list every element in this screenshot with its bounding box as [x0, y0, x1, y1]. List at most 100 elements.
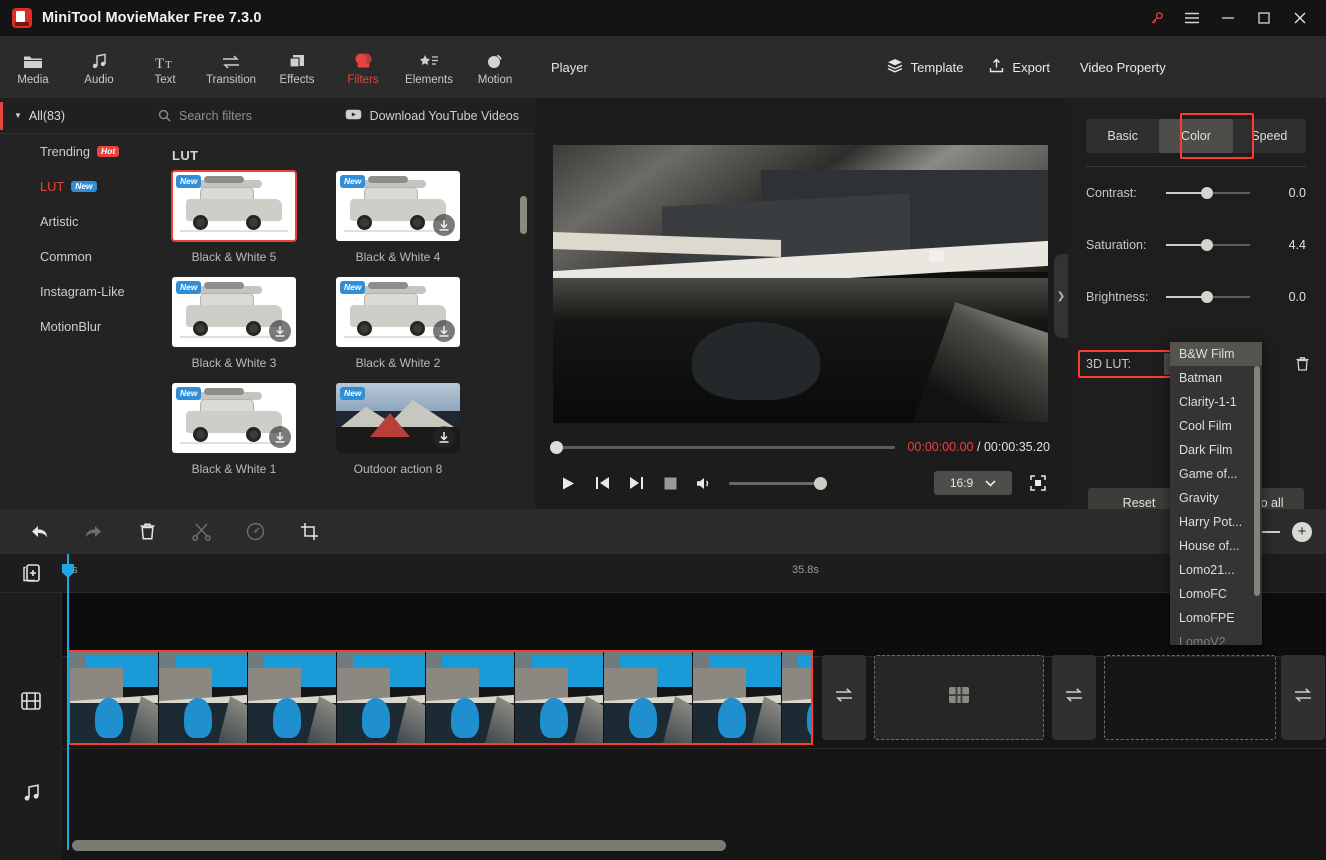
- lut-option-cool-film[interactable]: Cool Film: [1170, 414, 1262, 438]
- fullscreen-icon[interactable]: [1026, 471, 1050, 495]
- timeline-ruler[interactable]: 0s 35.8s: [62, 554, 1326, 592]
- tool-audio[interactable]: Audio: [66, 36, 132, 98]
- delete-icon[interactable]: [120, 509, 174, 554]
- minimize-icon[interactable]: [1210, 0, 1246, 36]
- volume-slider[interactable]: [729, 476, 827, 490]
- search-input[interactable]: Search filters: [179, 109, 252, 123]
- video-clip-selected[interactable]: [68, 650, 813, 745]
- download-icon[interactable]: [269, 320, 291, 342]
- stop-icon[interactable]: [653, 466, 687, 500]
- contrast-handle: [1201, 187, 1214, 199]
- lut-option-batman[interactable]: Batman: [1170, 366, 1262, 390]
- lut-option-game-of[interactable]: Game of...: [1170, 462, 1262, 486]
- tool-elements[interactable]: Elements: [396, 36, 462, 98]
- tab-speed[interactable]: Speed: [1233, 119, 1306, 153]
- split-icon[interactable]: [174, 509, 228, 554]
- media-placeholder[interactable]: [874, 655, 1044, 740]
- tool-effects[interactable]: Effects: [264, 36, 330, 98]
- effect-track-row[interactable]: [0, 592, 1326, 658]
- media-placeholder[interactable]: [1104, 655, 1276, 740]
- volume-handle[interactable]: [814, 476, 827, 490]
- new-badge: New: [340, 281, 366, 294]
- category-dropdown[interactable]: ▼ All(83): [0, 98, 148, 134]
- panel-collapse-handle[interactable]: ❯: [1054, 254, 1068, 338]
- maximize-icon[interactable]: [1246, 0, 1282, 36]
- filter-item[interactable]: New Black & White 4: [336, 171, 460, 277]
- trash-icon[interactable]: [1295, 356, 1310, 372]
- filter-item[interactable]: New Black & White 1: [172, 383, 296, 489]
- filter-item[interactable]: New Outdoor action 8: [336, 383, 460, 489]
- transition-slot[interactable]: [822, 655, 866, 740]
- volume-icon[interactable]: [687, 466, 721, 500]
- tool-transition[interactable]: Transition: [198, 36, 264, 98]
- tool-filters[interactable]: Filters: [330, 36, 396, 98]
- playhead[interactable]: [62, 554, 74, 850]
- aspect-ratio-select[interactable]: 16:9: [934, 471, 1012, 495]
- add-media-icon[interactable]: [21, 562, 43, 584]
- category-label: MotionBlur: [40, 319, 102, 334]
- lut-option-gravity[interactable]: Gravity: [1170, 486, 1262, 510]
- speed-icon[interactable]: [228, 509, 282, 554]
- saturation-slider[interactable]: [1166, 239, 1250, 251]
- lut-option-dark-film[interactable]: Dark Film: [1170, 438, 1262, 462]
- tab-color[interactable]: Color: [1159, 119, 1233, 153]
- accent-marker: [0, 102, 3, 130]
- video-preview[interactable]: [553, 144, 1048, 423]
- tool-text[interactable]: TT Text: [132, 36, 198, 98]
- category-item-motionblur[interactable]: MotionBlur: [0, 309, 148, 344]
- download-icon[interactable]: [433, 320, 455, 342]
- download-icon[interactable]: [433, 214, 455, 236]
- filter-thumbnail[interactable]: New: [172, 383, 296, 453]
- filter-thumbnail[interactable]: New: [172, 277, 296, 347]
- key-icon[interactable]: [1138, 0, 1174, 36]
- timeline-horizontal-scrollbar[interactable]: [72, 840, 726, 851]
- filter-item[interactable]: New Black & White 2: [336, 277, 460, 383]
- tool-motion[interactable]: Motion: [462, 36, 528, 98]
- previous-frame-icon[interactable]: [585, 466, 619, 500]
- tool-media[interactable]: Media: [0, 36, 66, 98]
- next-frame-icon[interactable]: [619, 466, 653, 500]
- lut-option-lomofc[interactable]: LomoFC: [1170, 582, 1262, 606]
- new-badge: New: [71, 180, 97, 193]
- undo-icon[interactable]: [12, 509, 66, 554]
- zoom-in-icon[interactable]: +: [1292, 521, 1312, 542]
- tab-basic[interactable]: Basic: [1086, 119, 1159, 153]
- category-item-trending[interactable]: Trending Hot: [0, 134, 148, 169]
- crop-icon[interactable]: [282, 509, 336, 554]
- seek-handle[interactable]: [550, 440, 563, 454]
- category-item-common[interactable]: Common: [0, 239, 148, 274]
- contrast-slider[interactable]: [1166, 187, 1250, 199]
- filter-item[interactable]: New Black & White 5: [171, 170, 297, 277]
- download-youtube-videos-button[interactable]: Download YouTube Videos: [345, 108, 519, 124]
- redo-icon[interactable]: [66, 509, 120, 554]
- filter-thumbnail[interactable]: New: [336, 277, 460, 347]
- category-item-lut[interactable]: LUT New: [0, 169, 148, 204]
- filter-thumbnail[interactable]: New: [171, 170, 297, 242]
- lut-option-lomov2[interactable]: LomoV2: [1170, 630, 1262, 645]
- filter-thumbnail[interactable]: New: [336, 171, 460, 241]
- filter-thumbnail[interactable]: New: [336, 383, 460, 453]
- menu-icon[interactable]: [1174, 0, 1210, 36]
- transition-slot[interactable]: [1052, 655, 1096, 740]
- brightness-slider[interactable]: [1166, 291, 1250, 303]
- lut-dropdown-scrollbar[interactable]: [1254, 366, 1260, 596]
- lut-option-harry-potter[interactable]: Harry Pot...: [1170, 510, 1262, 534]
- export-button[interactable]: Export: [989, 58, 1050, 76]
- category-item-artistic[interactable]: Artistic: [0, 204, 148, 239]
- template-button[interactable]: Template: [887, 58, 963, 76]
- seek-slider[interactable]: [550, 440, 896, 454]
- filters-scrollbar[interactable]: [520, 196, 527, 234]
- filter-item[interactable]: New Black & White 3: [172, 277, 296, 383]
- play-icon[interactable]: [551, 466, 585, 500]
- lut-option-clarity[interactable]: Clarity-1-1: [1170, 390, 1262, 414]
- close-icon[interactable]: [1282, 0, 1318, 36]
- audio-track-row[interactable]: [0, 749, 1326, 841]
- lut-option-lomofpe[interactable]: LomoFPE: [1170, 606, 1262, 630]
- transition-slot[interactable]: [1281, 655, 1325, 740]
- download-icon[interactable]: [269, 426, 291, 448]
- lut-option-bw-film[interactable]: B&W Film: [1170, 342, 1262, 366]
- download-icon[interactable]: [433, 426, 455, 448]
- lut-option-house-of[interactable]: House of...: [1170, 534, 1262, 558]
- lut-option-lomo21[interactable]: Lomo21...: [1170, 558, 1262, 582]
- category-item-instagram-like[interactable]: Instagram-Like: [0, 274, 148, 309]
